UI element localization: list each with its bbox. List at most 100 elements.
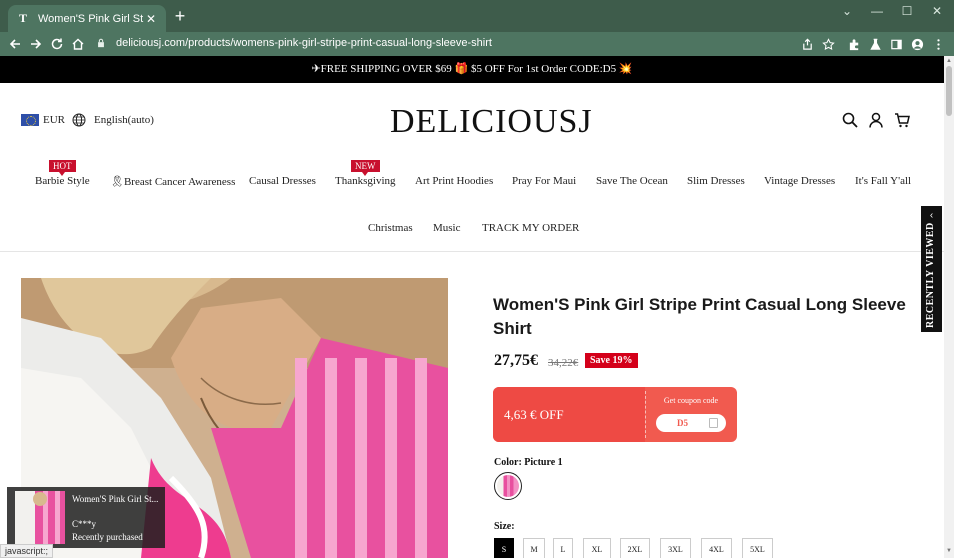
- nav-label: Pray For Maui: [512, 175, 577, 187]
- announcement-bar[interactable]: ✈FREE SHIPPING OVER $69 🎁 $5 OFF For 1st…: [0, 56, 944, 83]
- back-button[interactable]: [6, 35, 24, 53]
- nav-item-pray-for-maui[interactable]: Pray For Maui: [512, 175, 576, 187]
- extensions-puzzle-icon[interactable]: [845, 35, 863, 53]
- size-option-m[interactable]: M: [523, 538, 545, 558]
- nav-item-music[interactable]: Music: [433, 222, 461, 234]
- logo-text: DELICIOUSJ: [390, 103, 593, 140]
- nav-item-thanksgiving[interactable]: NEW Thanksgiving: [335, 160, 396, 187]
- color-swatch-picture-1[interactable]: [494, 472, 522, 500]
- nav-item-track-my-order[interactable]: TRACK MY ORDER: [482, 222, 579, 234]
- nav-item-save-the-ocean[interactable]: Save The Ocean: [596, 175, 668, 187]
- nav-label: Vintage Dresses: [764, 175, 836, 187]
- recently-viewed-tab[interactable]: ‹ RECENTLY VIEWED: [921, 206, 942, 332]
- nav-item-christmas[interactable]: Christmas: [368, 222, 413, 234]
- forward-arrow-icon: [31, 39, 42, 49]
- language-label: English(auto): [94, 114, 154, 126]
- minimize-button[interactable]: —: [862, 4, 892, 18]
- size-option-l[interactable]: L: [553, 538, 573, 558]
- nav-item-its-fall-yall[interactable]: It's Fall Y'all: [855, 175, 911, 187]
- nav-label: Christmas: [368, 222, 413, 234]
- eu-flag-icon: [21, 114, 39, 126]
- tab-title: Women'S Pink Girl Stripe Print C: [38, 12, 144, 25]
- recent-purchase-popup[interactable]: Women'S Pink Girl St... C***y Recently p…: [7, 487, 165, 548]
- currency-selector[interactable]: EUR: [21, 114, 65, 126]
- browser-tab[interactable]: T Women'S Pink Girl Stripe Print C ✕: [8, 5, 166, 32]
- nav-label: Barbie Style: [35, 175, 90, 187]
- swatch-image: [497, 475, 519, 497]
- labs-flask-icon[interactable]: [866, 35, 884, 53]
- profile-avatar-icon[interactable]: [908, 35, 926, 53]
- recently-viewed-label: RECENTLY VIEWED: [925, 222, 936, 328]
- account-icon[interactable]: [868, 112, 884, 128]
- nav-label: Slim Dresses: [687, 175, 745, 187]
- site-logo[interactable]: DELICIOUSJ: [390, 100, 592, 144]
- url-text: deliciousj.com/products/womens-pink-girl…: [116, 37, 492, 49]
- size-option-2xl[interactable]: 2XL: [620, 538, 650, 558]
- cart-icon[interactable]: [894, 112, 910, 128]
- current-price: 27,75€: [494, 352, 538, 369]
- new-badge: NEW: [351, 160, 380, 176]
- nav-label: Art Print Hoodies: [415, 175, 494, 187]
- chevron-left-icon: ‹: [929, 210, 934, 221]
- size-option-5xl[interactable]: 5XL: [742, 538, 773, 558]
- original-price: 34,22€: [548, 357, 579, 369]
- color-label: Color: Picture 1: [494, 457, 563, 468]
- search-icon[interactable]: [842, 112, 858, 128]
- currency-label: EUR: [43, 114, 65, 126]
- size-label: Size:: [494, 521, 515, 532]
- nav-label: Save The Ocean: [596, 175, 668, 187]
- maximize-button[interactable]: ☐: [892, 4, 922, 18]
- new-tab-button[interactable]: +: [172, 7, 188, 25]
- menu-kebab-icon[interactable]: [929, 35, 947, 53]
- share-icon[interactable]: [798, 35, 816, 53]
- toast-buyer: C***y: [72, 519, 97, 529]
- home-button[interactable]: [69, 35, 87, 53]
- tab-close-icon[interactable]: ✕: [144, 12, 158, 26]
- reload-button[interactable]: [48, 35, 66, 53]
- save-badge: Save 19%: [585, 353, 638, 368]
- nav-label: It's Fall Y'all: [855, 175, 912, 187]
- scroll-up-icon[interactable]: ▲: [945, 58, 953, 64]
- size-option-xl[interactable]: XL: [583, 538, 611, 558]
- copy-icon[interactable]: [709, 418, 718, 428]
- toast-product-title: Women'S Pink Girl St...: [72, 494, 159, 504]
- lock-icon[interactable]: [94, 36, 108, 50]
- globe-icon: [72, 113, 86, 127]
- toast-status: Recently purchased: [72, 532, 143, 542]
- coupon-card: 4,63 € OFF Get coupon code D5: [493, 387, 737, 442]
- nav-label: Music: [433, 222, 461, 234]
- nav-item-barbie-style[interactable]: HOT Barbie Style: [35, 160, 90, 187]
- coupon-code-button[interactable]: D5: [656, 414, 726, 432]
- bookmark-star-icon[interactable]: [819, 35, 837, 53]
- toast-product-thumbnail: [15, 491, 65, 544]
- product-title: Women'S Pink Girl Stripe Print Casual Lo…: [493, 295, 906, 338]
- nav-item-breast-cancer-awareness[interactable]: 🎗Breast Cancer Awareness: [110, 175, 235, 188]
- forward-button[interactable]: [27, 35, 45, 53]
- header-divider: [0, 251, 944, 252]
- back-arrow-icon: [9, 39, 20, 49]
- scroll-down-icon[interactable]: ▼: [945, 548, 953, 554]
- close-window-button[interactable]: ✕: [922, 4, 952, 18]
- hot-badge: HOT: [49, 160, 76, 176]
- coupon-code-text: D5: [677, 418, 688, 428]
- nav-label: Thanksgiving: [335, 175, 396, 187]
- address-bar[interactable]: deliciousj.com/products/womens-pink-girl…: [94, 32, 834, 54]
- nav-item-causal-dresses[interactable]: Causal Dresses: [249, 175, 316, 187]
- nav-item-slim-dresses[interactable]: Slim Dresses: [687, 175, 745, 187]
- page-viewport: ✈FREE SHIPPING OVER $69 🎁 $5 OFF For 1st…: [0, 56, 944, 558]
- page-scrollbar[interactable]: ▲ ▼: [944, 56, 954, 558]
- nav-label: TRACK MY ORDER: [482, 222, 580, 234]
- size-option-s[interactable]: S: [494, 538, 514, 558]
- nav-item-art-print-hoodies[interactable]: Art Print Hoodies: [415, 175, 493, 187]
- size-option-3xl[interactable]: 3XL: [660, 538, 691, 558]
- scroll-thumb[interactable]: [946, 66, 952, 116]
- reload-icon: [51, 38, 63, 50]
- tab-search-chevron-icon[interactable]: ⌄: [832, 4, 862, 18]
- nav-item-vintage-dresses[interactable]: Vintage Dresses: [764, 175, 835, 187]
- language-selector[interactable]: English(auto): [72, 113, 154, 127]
- side-panel-icon[interactable]: [887, 35, 905, 53]
- size-option-4xl[interactable]: 4XL: [701, 538, 732, 558]
- site-favicon-icon: T: [18, 11, 27, 25]
- main-nav-row-2: Christmas Music TRACK MY ORDER: [0, 222, 944, 238]
- main-nav: HOT Barbie Style 🎗Breast Cancer Awarenes…: [0, 160, 944, 191]
